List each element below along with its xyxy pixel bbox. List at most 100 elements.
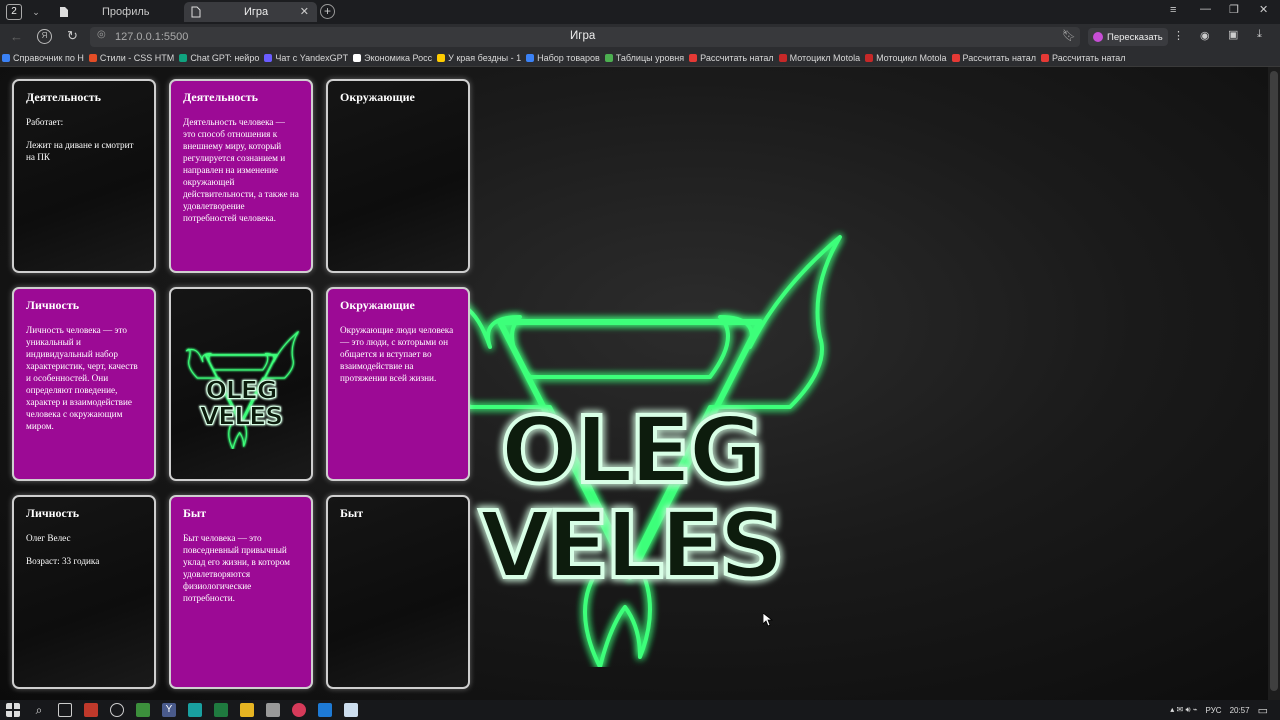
bookmark-item[interactable]: Chat GPT: нейро: [177, 53, 262, 63]
page-icon: [191, 6, 201, 18]
mouse-cursor-icon: [763, 613, 773, 627]
windows-start-icon[interactable]: [6, 703, 20, 717]
collections-icon[interactable]: ▣: [1228, 28, 1238, 41]
retell-button[interactable]: Пересказать: [1088, 28, 1168, 46]
retell-icon: [1093, 32, 1103, 42]
tab-counter[interactable]: 2: [6, 4, 22, 20]
folder-icon[interactable]: [240, 703, 254, 717]
app-icon-gray[interactable]: [266, 703, 280, 717]
bookmark-item[interactable]: Экономика Росс: [351, 53, 435, 63]
card-text: Лежит на диване и смотрит на ПК: [26, 140, 134, 162]
vscode-icon[interactable]: [318, 703, 332, 717]
card-text: Окружающие люди человека — это люди, с к…: [340, 325, 454, 383]
restore-button[interactable]: ❐: [1229, 3, 1239, 16]
card[interactable]: OLEG VELES: [169, 287, 313, 481]
clock[interactable]: 20:57: [1230, 706, 1250, 715]
yandex-browser-icon[interactable]: Y: [162, 703, 176, 717]
bookmark-item[interactable]: Справочник по Н: [0, 53, 87, 63]
bookmark-favicon-icon: [88, 54, 97, 62]
bookmark-item[interactable]: Набор товаров: [524, 53, 603, 63]
bookmark-favicon-icon: [689, 54, 698, 62]
bookmark-item[interactable]: У края бездны - 1: [435, 53, 524, 63]
notepad-icon[interactable]: [344, 703, 358, 717]
bookmark-label: Стили - CSS HTM: [99, 53, 175, 63]
oleg-veles-logo: OLEG VELES: [428, 235, 842, 667]
search-icon[interactable]: ⌕: [32, 703, 46, 717]
bookmark-favicon-icon: [526, 54, 535, 62]
app-icon-clock[interactable]: [110, 703, 124, 717]
tab-label: Игра: [244, 6, 269, 18]
address-bar[interactable]: ◎ 127.0.0.1:5500 Игра 🔖︎: [90, 27, 1080, 47]
tab-profile[interactable]: Профиль: [52, 2, 182, 22]
card[interactable]: Личность Личность человека — это уникальн…: [12, 287, 156, 481]
task-view-icon[interactable]: [58, 703, 72, 717]
excel-icon[interactable]: [214, 703, 228, 717]
card-title: Окружающие: [340, 298, 415, 312]
bookmark-favicon-icon: [353, 54, 362, 62]
bookmark-favicon-icon: [179, 54, 188, 62]
bookmark-label: Мотоцикл Motola: [789, 53, 861, 63]
scrollbar-thumb[interactable]: [1270, 71, 1278, 691]
tab-menu-icon[interactable]: ≡: [1170, 4, 1176, 16]
page-content: OLEG VELES Деятельность Работает: Лежит на…: [0, 67, 1268, 700]
app-icon-pink[interactable]: [292, 703, 306, 717]
url-text: 127.0.0.1:5500: [115, 31, 189, 43]
reload-icon[interactable]: ↻: [67, 28, 78, 44]
card-title: Личность: [26, 298, 80, 312]
back-arrow-icon[interactable]: ←: [10, 29, 23, 44]
bookmark-item[interactable]: Рассчитать натал: [687, 53, 777, 63]
card[interactable]: Деятельность Работает: Лежит на диване и с…: [12, 79, 156, 273]
bookmark-label: Набор товаров: [537, 53, 600, 63]
card-text: Деятельность человека — это способ отнош…: [183, 117, 299, 223]
card[interactable]: Быт Быт человека — это повседневный привы…: [169, 495, 313, 689]
bookmark-item[interactable]: Рассчитать натал: [1039, 53, 1129, 63]
minimize-button[interactable]: —: [1200, 3, 1211, 15]
bookmark-label: Экономика Росс: [364, 53, 433, 63]
card[interactable]: Быт: [326, 495, 470, 689]
app-icon-red[interactable]: [84, 703, 98, 717]
page-scrollbar[interactable]: [1268, 67, 1280, 700]
tray-icons[interactable]: ▴ ✉ 🔊︎ ⌁: [1170, 705, 1197, 715]
app-icon-teal[interactable]: [188, 703, 202, 717]
more-menu-icon[interactable]: ⋮: [1173, 29, 1184, 42]
browser-toolbar: ← Я ↻ ◎ 127.0.0.1:5500 Игра 🔖︎ Пересказа…: [0, 24, 1280, 50]
tab-game[interactable]: Игра ✕: [184, 2, 317, 22]
bookmarks-bar: Справочник по Н Стили - CSS HTM Chat GPT: …: [0, 50, 1280, 67]
bookmark-item[interactable]: Таблицы уровня: [603, 53, 687, 63]
language-indicator[interactable]: РУС: [1206, 706, 1222, 715]
card-logo-image: OLEG VELES: [185, 331, 299, 449]
bookmark-label: Рассчитать натал: [962, 53, 1037, 63]
card[interactable]: Личность Олег Велес Возраст: 33 годика: [12, 495, 156, 689]
close-window-button[interactable]: ✕: [1259, 3, 1268, 16]
notifications-icon[interactable]: ▭: [1258, 704, 1268, 717]
bookmark-item[interactable]: Стили - CSS HTM: [87, 53, 177, 63]
bookmark-label: Chat GPT: нейро: [190, 53, 260, 63]
bookmark-label: Справочник по Н: [13, 53, 84, 63]
card-text: Работает:: [26, 117, 64, 127]
card[interactable]: Деятельность Деятельность человека — это …: [169, 79, 313, 273]
bookmark-label: Мотоцикл Motola: [876, 53, 947, 63]
retell-label: Пересказать: [1107, 31, 1163, 43]
new-tab-button[interactable]: +: [320, 4, 335, 19]
logo-line1: OLEG: [206, 376, 277, 405]
bookmark-item[interactable]: Мотоцикл Motola: [863, 53, 949, 63]
card-text: Возраст: 33 годика: [26, 556, 100, 566]
tab-label: Профиль: [102, 6, 150, 18]
bookmark-item[interactable]: Чат с YandexGPT: [262, 53, 351, 63]
app-icon-green[interactable]: [136, 703, 150, 717]
system-tray: ▴ ✉ 🔊︎ ⌁ РУС 20:57 ▭: [1170, 700, 1268, 720]
bookmark-favicon-icon: [778, 54, 787, 62]
bookmark-favicon-icon: [264, 54, 273, 62]
tab-list-chevron-icon[interactable]: ⌄: [29, 4, 43, 20]
logo-line2: VELES: [200, 401, 282, 430]
bookmark-item[interactable]: Мотоцикл Motola: [777, 53, 863, 63]
card[interactable]: Окружающие Окружающие люди человека — это…: [326, 287, 470, 481]
card[interactable]: Окружающие: [326, 79, 470, 273]
bookmark-icon[interactable]: 🔖︎: [1062, 29, 1076, 42]
media-icon[interactable]: ◉: [1200, 29, 1210, 42]
downloads-icon[interactable]: ⤓: [1257, 28, 1262, 41]
close-tab-icon[interactable]: ✕: [300, 5, 309, 18]
site-info-icon[interactable]: ◎: [97, 29, 106, 40]
yandex-logo-icon[interactable]: Я: [37, 29, 52, 44]
bookmark-item[interactable]: Рассчитать натал: [950, 53, 1040, 63]
